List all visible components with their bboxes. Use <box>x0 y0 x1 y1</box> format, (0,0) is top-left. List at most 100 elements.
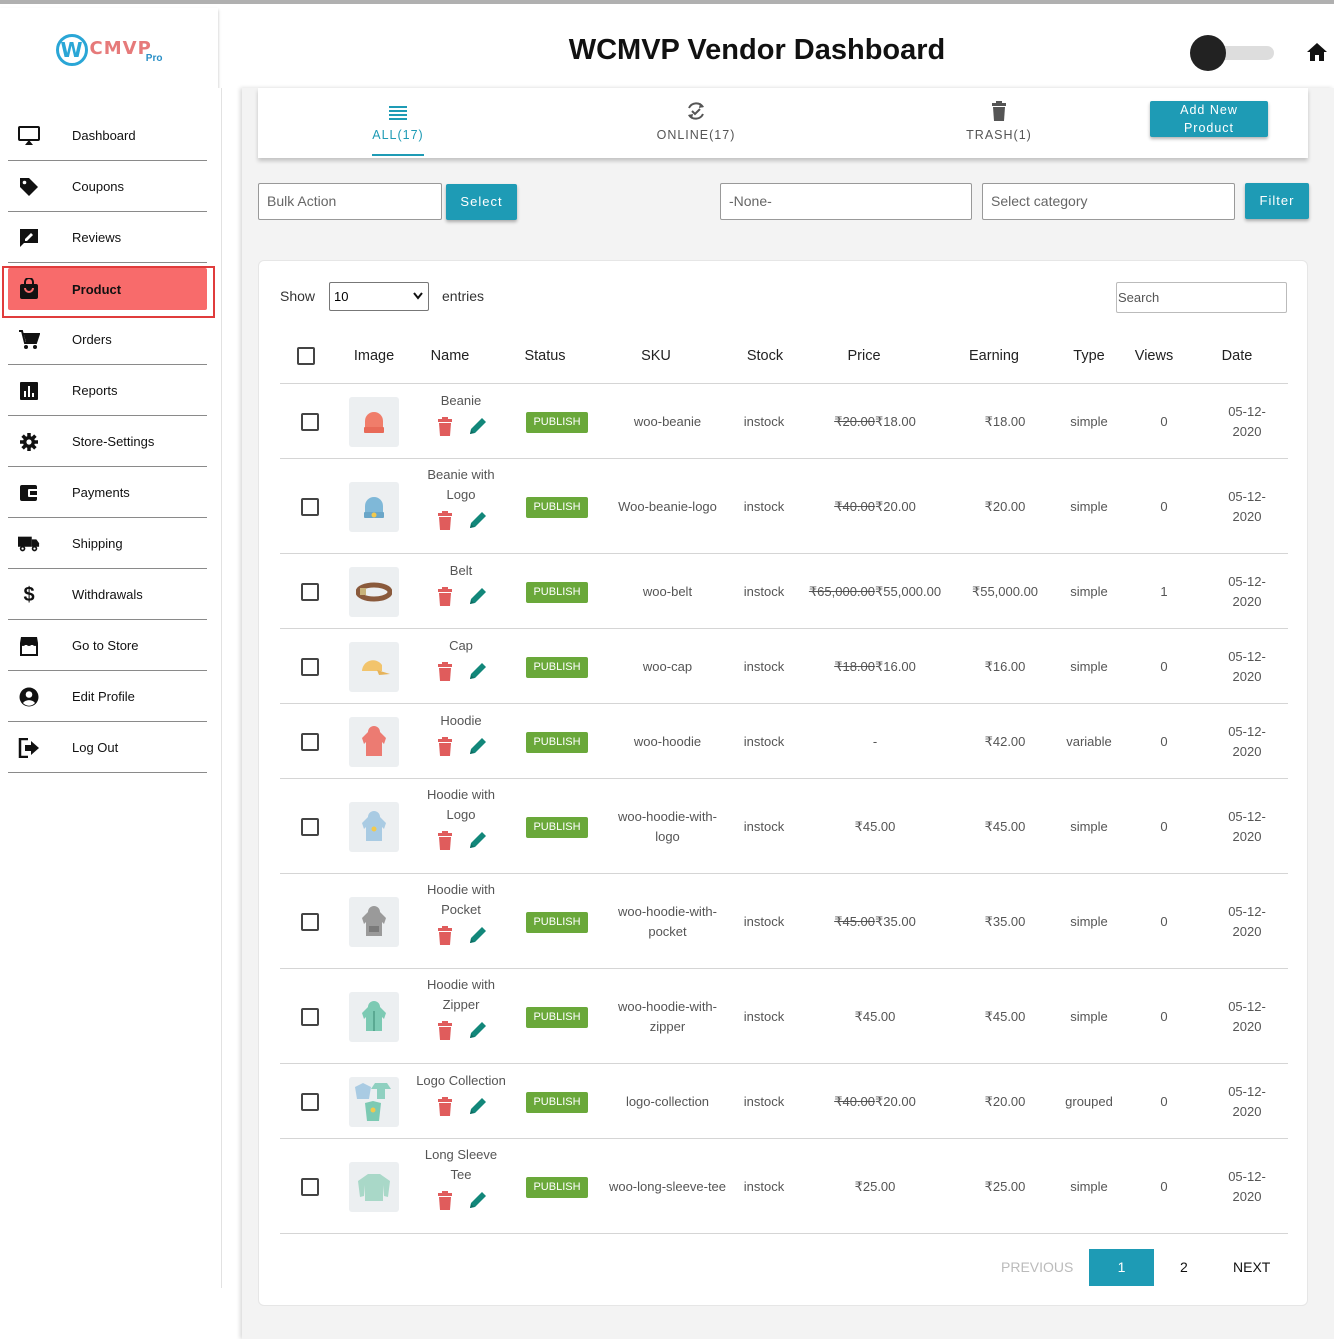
column-header[interactable]: Image <box>344 348 404 364</box>
date: 05-12- 2020 <box>1217 722 1277 762</box>
logo[interactable]: W CMVP Pro <box>0 8 218 92</box>
product-thumbnail[interactable] <box>349 801 399 852</box>
edit-icon[interactable] <box>468 1096 488 1116</box>
row-checkbox[interactable] <box>301 582 319 601</box>
product-thumbnail[interactable] <box>349 716 399 767</box>
delete-icon[interactable] <box>437 737 457 757</box>
sidebar-item-log-out[interactable]: Log Out <box>8 722 207 773</box>
row-checkbox[interactable] <box>301 412 319 431</box>
edit-icon[interactable] <box>468 736 488 756</box>
row-checkbox[interactable] <box>301 657 319 676</box>
edit-icon[interactable] <box>468 661 488 681</box>
sidebar-item-store-settings[interactable]: Store-Settings <box>8 416 207 467</box>
product-thumbnail[interactable] <box>349 991 399 1042</box>
sidebar-item-product[interactable]: Product <box>8 268 207 310</box>
product-name[interactable]: Hoodie with Logo <box>410 785 512 825</box>
product-thumbnail[interactable] <box>349 1076 399 1127</box>
product-thumbnail[interactable] <box>349 641 399 692</box>
column-header[interactable]: Status <box>515 348 575 364</box>
previous-button[interactable]: PREVIOUS <box>1001 1259 1073 1275</box>
product-thumbnail[interactable] <box>349 896 399 947</box>
edit-icon[interactable] <box>468 1190 488 1210</box>
add-new-product-button[interactable]: Add New Product <box>1150 101 1268 137</box>
home-icon[interactable] <box>1306 42 1328 67</box>
next-button[interactable]: NEXT <box>1233 1259 1270 1275</box>
status-badge: PUBLISH <box>526 731 588 753</box>
edit-icon[interactable] <box>468 510 488 530</box>
product-thumbnail[interactable] <box>349 566 399 617</box>
product-name[interactable]: Hoodie with Pocket <box>410 880 512 920</box>
edit-icon[interactable] <box>468 1020 488 1040</box>
sidebar-item-dashboard[interactable]: Dashboard <box>8 110 207 161</box>
column-header[interactable]: Price <box>834 348 894 364</box>
views: 1 <box>1160 583 1168 599</box>
edit-icon[interactable] <box>468 416 488 436</box>
edit-icon[interactable] <box>468 586 488 606</box>
product-name[interactable]: Cap <box>410 636 512 656</box>
row-checkbox[interactable] <box>301 1177 319 1196</box>
edit-icon[interactable] <box>468 925 488 945</box>
row-checkbox[interactable] <box>301 912 319 931</box>
sidebar-item-reviews[interactable]: Reviews <box>8 212 207 263</box>
product-thumbnail[interactable] <box>349 481 399 532</box>
product-name[interactable]: Beanie with Logo <box>410 465 512 505</box>
product-name[interactable]: Long Sleeve Tee <box>410 1145 512 1185</box>
status-select[interactable]: -None- <box>720 183 972 220</box>
product-thumbnail[interactable] <box>349 1161 399 1212</box>
sidebar-item-payments[interactable]: Payments <box>8 467 207 518</box>
delete-icon[interactable] <box>437 1097 457 1117</box>
column-header[interactable]: Stock <box>735 348 795 364</box>
tab-all[interactable]: ALL(17) <box>366 100 430 142</box>
product-name[interactable]: Logo Collection <box>410 1071 512 1091</box>
add-button-line: Add New <box>1180 103 1238 117</box>
delete-icon[interactable] <box>437 662 457 682</box>
column-header[interactable]: Name <box>420 348 480 364</box>
select-button[interactable]: Select <box>446 184 517 220</box>
theme-toggle[interactable] <box>1190 32 1274 72</box>
search-input[interactable]: Search <box>1116 282 1287 313</box>
column-header[interactable]: Date <box>1207 348 1267 364</box>
row-checkbox[interactable] <box>301 817 319 836</box>
tab-online[interactable]: ONLINE(17) <box>648 100 744 142</box>
sidebar-item-orders[interactable]: Orders <box>8 314 207 365</box>
delete-icon[interactable] <box>437 511 457 531</box>
sidebar-item-reports[interactable]: Reports <box>8 365 207 416</box>
product-name[interactable]: Beanie <box>410 391 512 411</box>
sidebar-item-go-to-store[interactable]: Go to Store <box>8 620 207 671</box>
delete-icon[interactable] <box>437 417 457 437</box>
column-header[interactable]: SKU <box>626 348 686 364</box>
row-checkbox[interactable] <box>301 1092 319 1111</box>
column-header[interactable]: Views <box>1124 348 1184 364</box>
bulk-action-select[interactable]: Bulk Action <box>258 183 442 220</box>
filter-button[interactable]: Filter <box>1245 183 1309 219</box>
delete-icon[interactable] <box>437 1021 457 1041</box>
price-current: ₹35.00 <box>875 913 916 929</box>
delete-icon[interactable] <box>437 926 457 946</box>
delete-icon[interactable] <box>437 831 457 851</box>
tab-trash[interactable]: TRASH(1) <box>959 100 1039 142</box>
row-checkbox[interactable] <box>301 1007 319 1026</box>
entries-select[interactable]: 10 <box>329 282 429 311</box>
delete-icon[interactable] <box>437 1191 457 1211</box>
sidebar-item-withdrawals[interactable]: $ Withdrawals <box>8 569 207 620</box>
product-name[interactable]: Hoodie with Zipper <box>410 975 512 1015</box>
page-2-button[interactable]: 2 <box>1180 1259 1188 1275</box>
product-name[interactable]: Belt <box>410 561 512 581</box>
status-badge: PUBLISH <box>526 581 588 603</box>
edit-icon[interactable] <box>468 830 488 850</box>
sku-line: logo <box>655 828 680 844</box>
sidebar-item-edit-profile[interactable]: Edit Profile <box>8 671 207 722</box>
sidebar-item-shipping[interactable]: Shipping <box>8 518 207 569</box>
product-thumbnail[interactable] <box>349 396 399 447</box>
product-name[interactable]: Hoodie <box>410 711 512 731</box>
category-select[interactable]: Select category <box>982 183 1235 220</box>
column-header[interactable]: Earning <box>959 348 1029 364</box>
sidebar-item-coupons[interactable]: Coupons <box>8 161 207 212</box>
row-checkbox[interactable] <box>301 732 319 751</box>
select-all-checkbox[interactable] <box>297 347 315 365</box>
row-checkbox[interactable] <box>301 497 319 516</box>
page-1-button[interactable]: 1 <box>1089 1249 1154 1286</box>
delete-icon[interactable] <box>437 587 457 607</box>
column-header[interactable]: Type <box>1059 348 1119 364</box>
truck-icon <box>18 533 40 555</box>
